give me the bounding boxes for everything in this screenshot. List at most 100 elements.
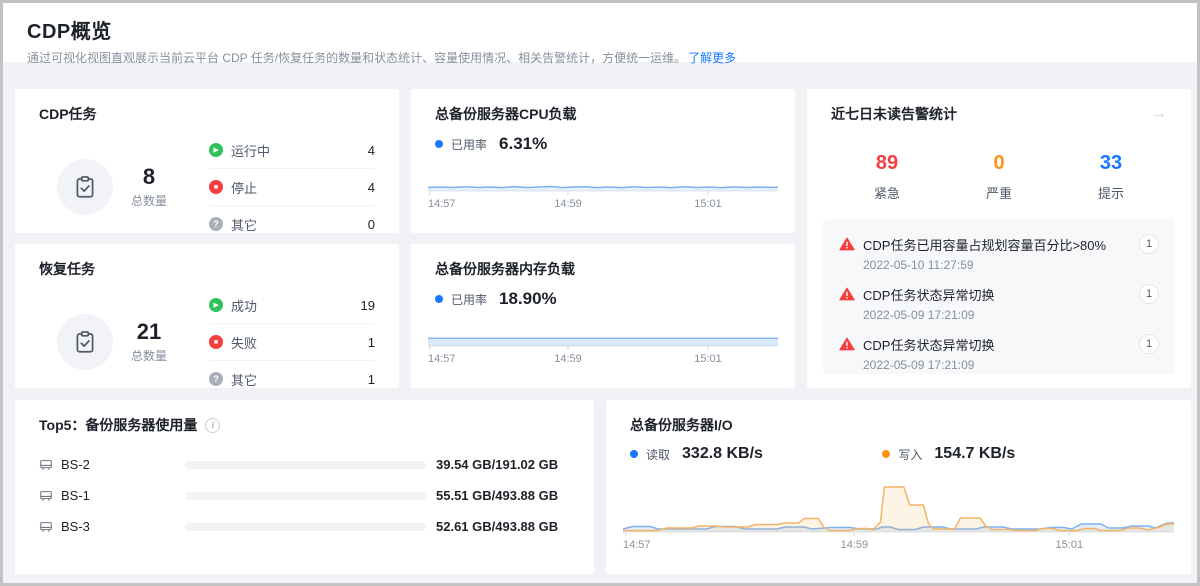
status-label: 失败 xyxy=(231,333,368,352)
status-value: 4 xyxy=(368,143,375,158)
usage-value: 55.51 GB/493.88 GB xyxy=(436,488,570,503)
restore-status-list: ▶ 成功 19 ■ 失败 1 ? 其它 1 xyxy=(209,287,375,397)
alert-item[interactable]: CDP任务状态异常切换 1 2022-05-09 17:21:09 xyxy=(839,284,1159,322)
status-value: 4 xyxy=(368,180,375,195)
failed-icon: ■ xyxy=(209,335,223,349)
cdp-tasks-card: CDP任务 8 总数量 ▶ 运行中 4 xyxy=(15,89,399,233)
memory-load-card: 总备份服务器内存负载 已用率 18.90% 14:57 14:59 15:01 xyxy=(411,244,795,388)
alert-timestamp: 2022-05-09 17:21:09 xyxy=(863,308,1159,322)
tick-label: 15:01 xyxy=(694,198,722,210)
alert-item[interactable]: CDP任务状态异常切换 1 2022-05-09 17:21:09 xyxy=(839,334,1159,372)
usage-bar-track xyxy=(185,523,426,531)
tick-label: 14:59 xyxy=(841,539,869,551)
io-chart: 14:57 14:59 15:01 xyxy=(623,479,1174,552)
tick-label: 14:59 xyxy=(554,198,582,210)
server-usage-row: BS-1 55.51 GB/493.88 GB xyxy=(15,480,594,511)
info-count: 33 xyxy=(1055,152,1167,175)
alert-list-panel: CDP任务已用容量占规划容量百分比>80% 1 2022-05-10 11:27… xyxy=(823,219,1175,374)
alert-timestamp: 2022-05-09 17:21:09 xyxy=(863,358,1159,372)
server-icon xyxy=(39,458,53,472)
alert-count-badge: 1 xyxy=(1139,234,1159,254)
tick-label: 15:01 xyxy=(1056,539,1084,551)
warning-triangle-icon xyxy=(839,237,855,251)
server-icon xyxy=(39,489,53,503)
cpu-load-card: 总备份服务器CPU负载 已用率 6.31% 14:57 14:59 15:01 xyxy=(411,89,795,233)
usage-value: 52.61 GB/493.88 GB xyxy=(436,519,570,534)
status-label: 运行中 xyxy=(231,141,368,160)
success-icon: ▶ xyxy=(209,298,223,312)
cdp-total-label: 总数量 xyxy=(131,192,167,209)
page-header: CDP概览 通过可视化视图直观展示当前云平台 CDP 任务/恢复任务的数量和状态… xyxy=(3,3,1197,62)
alarm-stat-critical: 89 紧急 xyxy=(831,152,943,202)
io-card-title: 总备份服务器I/O xyxy=(606,400,1191,435)
alert-timestamp: 2022-05-10 11:27:59 xyxy=(863,258,1159,272)
write-legend-dot xyxy=(882,450,890,458)
warning-triangle-icon xyxy=(839,287,855,301)
cdp-total-count: 8 xyxy=(131,165,167,189)
usage-bar-track xyxy=(185,461,426,469)
cdp-overview-page: CDP概览 通过可视化视图直观展示当前云平台 CDP 任务/恢复任务的数量和状态… xyxy=(0,0,1200,586)
read-value: 332.8 KB/s xyxy=(682,445,763,463)
question-icon: ? xyxy=(209,372,223,386)
usage-value: 39.54 GB/191.02 GB xyxy=(436,457,570,472)
io-axis-ticks: 14:57 14:59 15:01 xyxy=(623,539,1174,552)
status-row-running: ▶ 运行中 4 xyxy=(209,132,375,169)
cpu-axis-ticks: 14:57 14:59 15:01 xyxy=(428,198,778,211)
restore-total-count: 21 xyxy=(131,320,167,344)
status-label: 其它 xyxy=(231,215,368,234)
arrow-right-icon[interactable]: → xyxy=(1151,105,1167,123)
status-label: 成功 xyxy=(231,296,361,315)
alert-text: CDP任务状态异常切换 xyxy=(863,335,1139,354)
status-value: 1 xyxy=(368,372,375,387)
read-legend: 读取 332.8 KB/s xyxy=(630,445,882,463)
cpu-chart: 14:57 14:59 15:01 xyxy=(428,138,778,211)
server-name-label: BS-3 xyxy=(61,519,90,534)
info-label: 提示 xyxy=(1055,183,1167,202)
page-title: CDP概览 xyxy=(27,15,1173,44)
dashboard-content: CDP任务 8 总数量 ▶ 运行中 4 xyxy=(3,62,1197,583)
top5-rows: BS-2 39.54 GB/191.02 GB BS-1 55.51 GB/49… xyxy=(15,449,594,542)
clipboard-icon xyxy=(57,314,113,370)
tick-label: 14:57 xyxy=(428,198,456,210)
warning-triangle-icon xyxy=(839,337,855,351)
restore-tasks-title: 恢复任务 xyxy=(15,244,399,279)
restore-total-block: 21 总数量 xyxy=(131,320,167,364)
top5-card-header: Top5：备份服务器使用量 i xyxy=(15,400,594,435)
question-icon: ? xyxy=(209,217,223,231)
restore-tasks-body: 21 总数量 ▶ 成功 19 ■ 失败 1 ? xyxy=(15,287,399,397)
alert-count-badge: 1 xyxy=(1139,284,1159,304)
status-value: 0 xyxy=(368,217,375,232)
critical-label: 紧急 xyxy=(831,183,943,202)
top5-title: Top5：备份服务器使用量 xyxy=(39,415,197,435)
restore-total-label: 总数量 xyxy=(131,347,167,364)
alarm-stat-info: 33 提示 xyxy=(1055,152,1167,202)
alarm-stats-row: 89 紧急 0 严重 33 提示 xyxy=(807,152,1191,202)
status-row-success: ▶ 成功 19 xyxy=(209,287,375,324)
alarm-stats-card: 近七日未读告警统计 → 89 紧急 0 严重 33 提示 xyxy=(807,89,1191,388)
server-name-label: BS-1 xyxy=(61,488,90,503)
read-legend-dot xyxy=(630,450,638,458)
read-legend-label: 读取 xyxy=(646,446,670,463)
alert-item[interactable]: CDP任务已用容量占规划容量百分比>80% 1 2022-05-10 11:27… xyxy=(839,234,1159,272)
alert-count-badge: 1 xyxy=(1139,334,1159,354)
alert-text: CDP任务状态异常切换 xyxy=(863,285,1139,304)
status-row-other: ? 其它 1 xyxy=(209,361,375,397)
tick-label: 14:59 xyxy=(554,353,582,365)
stopped-icon: ■ xyxy=(209,180,223,194)
restore-tasks-card: 恢复任务 21 总数量 ▶ 成功 19 xyxy=(15,244,399,388)
status-value: 19 xyxy=(361,298,375,313)
server-name-label: BS-2 xyxy=(61,457,90,472)
io-linechart xyxy=(623,479,1174,537)
io-card: 总备份服务器I/O 读取 332.8 KB/s 写入 154.7 KB/s 14… xyxy=(606,400,1191,574)
critical-count: 89 xyxy=(831,152,943,175)
server-usage-row: BS-2 39.54 GB/191.02 GB xyxy=(15,449,594,480)
tick-label: 14:57 xyxy=(623,539,651,551)
io-legend-row: 读取 332.8 KB/s 写入 154.7 KB/s xyxy=(606,435,1191,463)
status-value: 1 xyxy=(368,335,375,350)
top5-usage-card: Top5：备份服务器使用量 i BS-2 39.54 GB/191.02 GB … xyxy=(15,400,594,574)
info-icon[interactable]: i xyxy=(205,418,220,433)
alarm-stat-severe: 0 严重 xyxy=(943,152,1055,202)
status-row-failed: ■ 失败 1 xyxy=(209,324,375,361)
write-value: 154.7 KB/s xyxy=(934,445,1015,463)
tick-label: 15:01 xyxy=(694,353,722,365)
